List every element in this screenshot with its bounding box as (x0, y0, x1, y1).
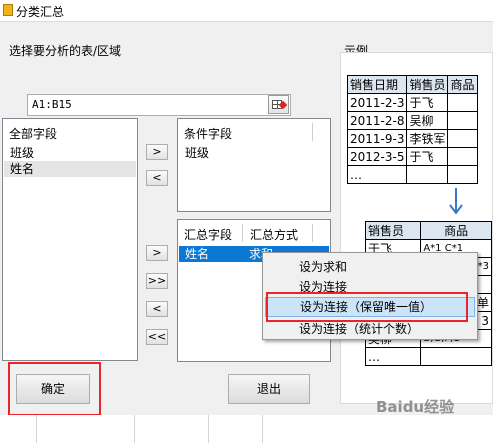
range-input[interactable]: A1:B15 (27, 94, 291, 116)
example-source-table: 销售日期 销售员 商品 2011-2-3 于飞 2011-2-8 吴柳 2011-9… (346, 75, 478, 184)
table-cell: 2011-2-3 (346, 93, 408, 112)
title-bar: 分类汇总 (0, 0, 493, 22)
add-condition-button[interactable]: > (146, 144, 168, 160)
baidu-watermark: Baidu经验 (376, 398, 455, 416)
remove-summary-button[interactable]: < (146, 301, 168, 317)
all-fields-header: 全部字段 (9, 127, 58, 141)
remove-all-summary-button[interactable]: << (146, 329, 168, 345)
example-panel: 销售日期 销售员 商品 2011-2-3 于飞 2011-2-8 吴柳 2011-9… (340, 52, 493, 404)
condition-fields-list[interactable]: 条件字段 班级 (177, 118, 331, 212)
add-all-summary-button[interactable]: >> (146, 273, 168, 289)
condition-fields-header: 条件字段 (184, 127, 233, 141)
table-cell: 2011-2-8 (346, 111, 408, 130)
table-header: 销售日期 (346, 75, 408, 94)
table-cell: 吴柳 (406, 111, 449, 130)
menu-item-set-sum[interactable]: 设为求和 (265, 257, 475, 277)
table-cell: … (346, 165, 408, 184)
table-cell: 于飞 (406, 147, 449, 166)
range-picker-button[interactable] (268, 95, 289, 114)
spreadsheet-strip (0, 415, 493, 443)
table-header: 销售员 (364, 221, 422, 240)
table-header: 销售员 (406, 75, 449, 94)
table-cell: 2012-3-5 (346, 147, 408, 166)
summary-field-column-header: 汇总字段 (184, 228, 233, 242)
table-header: 商品 (420, 221, 492, 240)
all-fields-list[interactable]: 全部字段 班级 姓名 (2, 118, 138, 361)
list-item[interactable]: 班级 (179, 145, 329, 161)
add-summary-button[interactable]: > (146, 245, 168, 261)
exit-button[interactable]: 退出 (228, 374, 310, 404)
window-title: 分类汇总 (16, 5, 65, 19)
range-label: 选择要分析的表/区域 (9, 44, 122, 58)
highlight-menu-item (266, 292, 468, 322)
summary-method-column-header: 汇总方式 (250, 228, 299, 242)
table-cell: 2011-9-3 (346, 129, 408, 148)
list-item[interactable]: 姓名 (4, 161, 136, 177)
highlight-ok-button (8, 362, 101, 416)
summary-field-cell: 姓名 (185, 247, 210, 261)
table-cell: … (364, 347, 422, 366)
table-cell: 于飞 (406, 93, 449, 112)
table-cell: 李铁军 (406, 129, 449, 148)
list-item[interactable]: 班级 (4, 145, 136, 161)
remove-condition-button[interactable]: < (146, 170, 168, 186)
app-icon (3, 4, 13, 16)
down-arrow-icon (449, 188, 463, 215)
menu-item-set-concat-count[interactable]: 设为连接（统计个数） (265, 319, 475, 339)
table-header: 商品 (447, 75, 478, 94)
